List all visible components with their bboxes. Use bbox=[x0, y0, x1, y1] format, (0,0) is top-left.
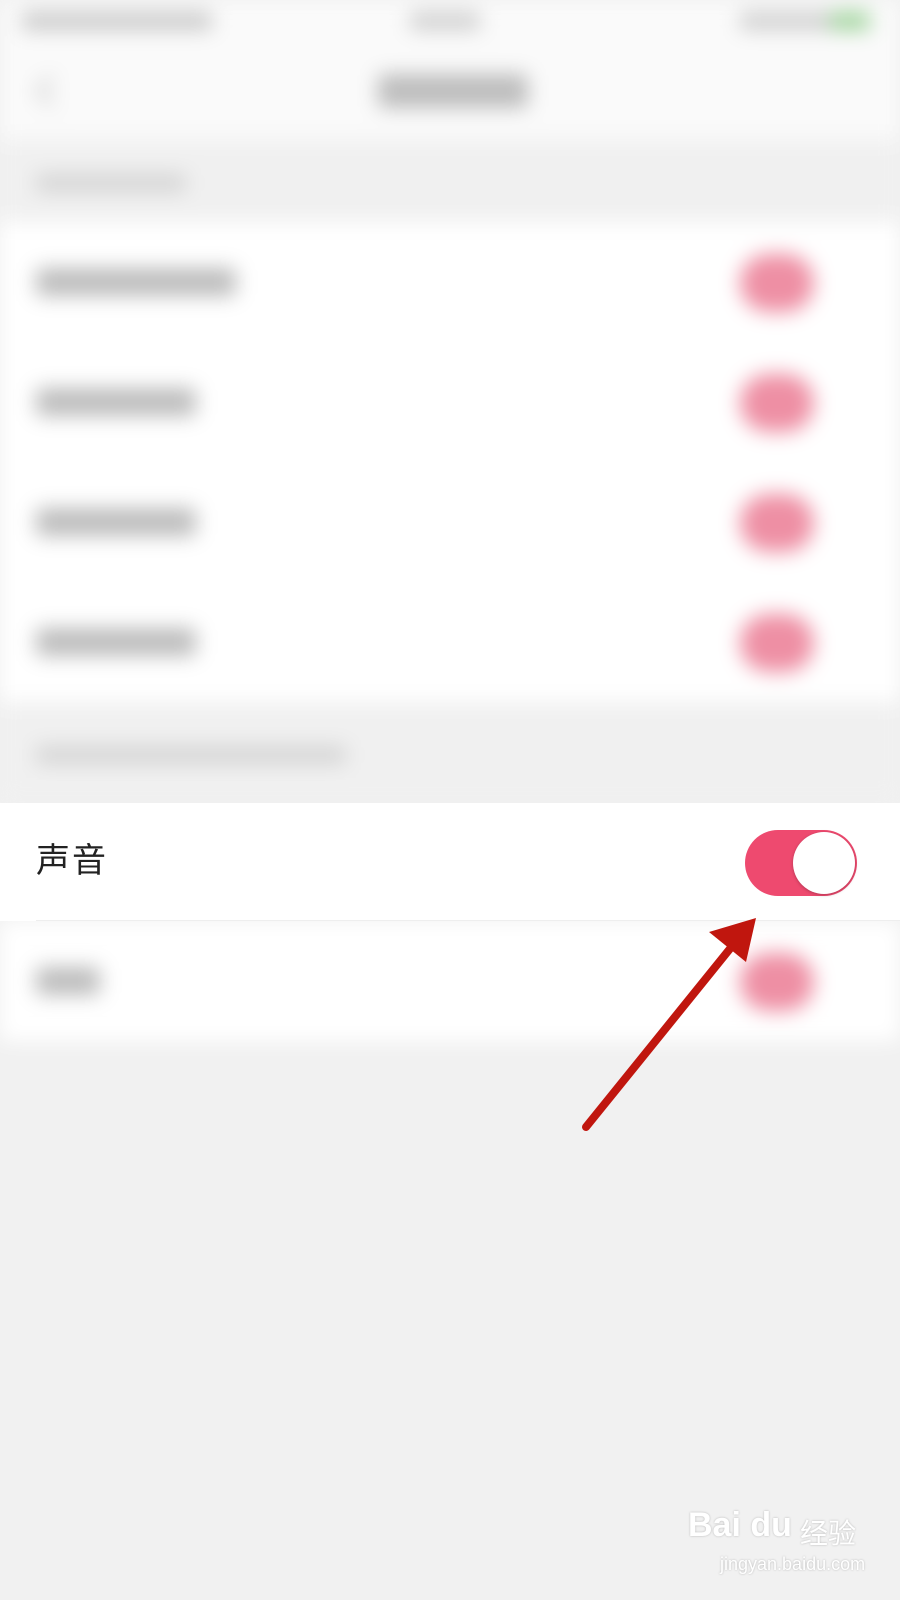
settings-row[interactable] bbox=[0, 921, 900, 1041]
watermark-url: jingyan.baidu.com bbox=[720, 1554, 866, 1574]
settings-row-label bbox=[36, 268, 236, 296]
section-header bbox=[0, 140, 900, 222]
toggle-switch[interactable] bbox=[740, 953, 814, 1011]
settings-group bbox=[0, 222, 900, 702]
settings-row[interactable] bbox=[0, 222, 900, 342]
settings-row[interactable] bbox=[0, 342, 900, 462]
section-header-text bbox=[36, 746, 346, 764]
toggle-knob bbox=[793, 832, 855, 894]
sound-label: 声音 bbox=[36, 841, 108, 881]
settings-row-label bbox=[36, 967, 100, 995]
settings-screen: 声音 Bai du 经验 jingyan.baidu.com bbox=[0, 0, 900, 1600]
page-title bbox=[378, 74, 528, 108]
toggle-switch[interactable] bbox=[740, 374, 814, 432]
settings-row[interactable] bbox=[0, 582, 900, 702]
baidu-watermark: Bai du 经验 jingyan.baidu.com bbox=[688, 1500, 878, 1580]
toggle-switch[interactable] bbox=[740, 614, 814, 672]
watermark-logo: Bai du bbox=[688, 1506, 792, 1544]
status-bar-battery bbox=[740, 12, 870, 30]
row-divider bbox=[36, 920, 900, 921]
settings-group bbox=[0, 921, 900, 1041]
settings-row-label bbox=[36, 508, 196, 536]
watermark-name: 经验 bbox=[800, 1517, 857, 1550]
nav-bar bbox=[0, 44, 900, 140]
settings-row-sound[interactable]: 声音 bbox=[0, 803, 900, 921]
section-header bbox=[0, 702, 900, 803]
settings-row[interactable] bbox=[0, 462, 900, 582]
toggle-switch[interactable] bbox=[740, 254, 814, 312]
status-bar-time bbox=[410, 12, 480, 30]
settings-row-label bbox=[36, 388, 196, 416]
section-header-text bbox=[36, 174, 186, 192]
status-bar-carrier bbox=[22, 12, 212, 30]
sound-toggle[interactable] bbox=[745, 830, 857, 896]
status-bar bbox=[0, 0, 900, 44]
settings-row-label bbox=[36, 628, 196, 656]
back-icon[interactable] bbox=[35, 75, 67, 107]
toggle-switch[interactable] bbox=[740, 494, 814, 552]
